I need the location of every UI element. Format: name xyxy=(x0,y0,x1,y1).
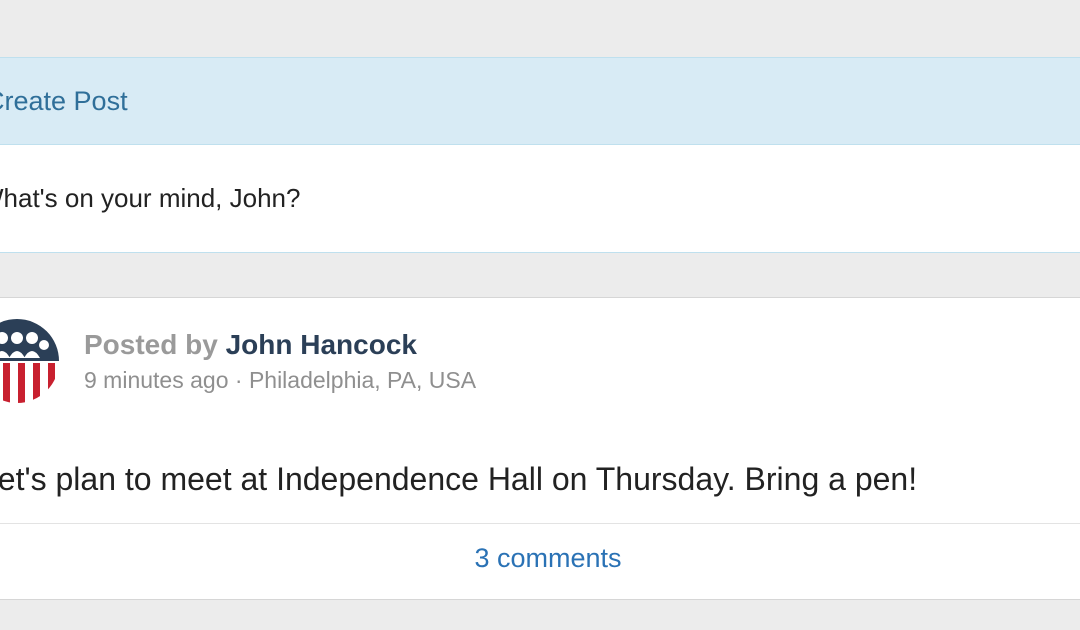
post-text: Let's plan to meet at Independence Hall … xyxy=(0,461,918,497)
create-post-body xyxy=(0,145,1080,252)
post-meta: 9 minutes ago · Philadelphia, PA, USA xyxy=(84,367,476,394)
post-time: 9 minutes ago xyxy=(84,367,229,393)
post-divider xyxy=(0,523,1080,524)
create-post-card: Create Post xyxy=(0,57,1080,253)
posted-by-line: Posted by John Hancock xyxy=(84,328,476,362)
posted-by-label: Posted by xyxy=(84,329,218,360)
avatar[interactable] xyxy=(0,318,66,404)
create-post-title: Create Post xyxy=(0,85,128,116)
meta-separator: · xyxy=(234,367,243,393)
post-card: Posted by John Hancock 9 minutes ago · P… xyxy=(0,297,1080,600)
post-location: Philadelphia, PA, USA xyxy=(248,367,477,393)
comments-link[interactable]: 3 comments xyxy=(0,543,1080,574)
post-composer-input[interactable] xyxy=(0,183,879,214)
author-name-link[interactable]: John Hancock xyxy=(226,329,417,360)
create-post-header: Create Post xyxy=(0,58,1080,145)
post-header: Posted by John Hancock 9 minutes ago · P… xyxy=(84,328,476,394)
